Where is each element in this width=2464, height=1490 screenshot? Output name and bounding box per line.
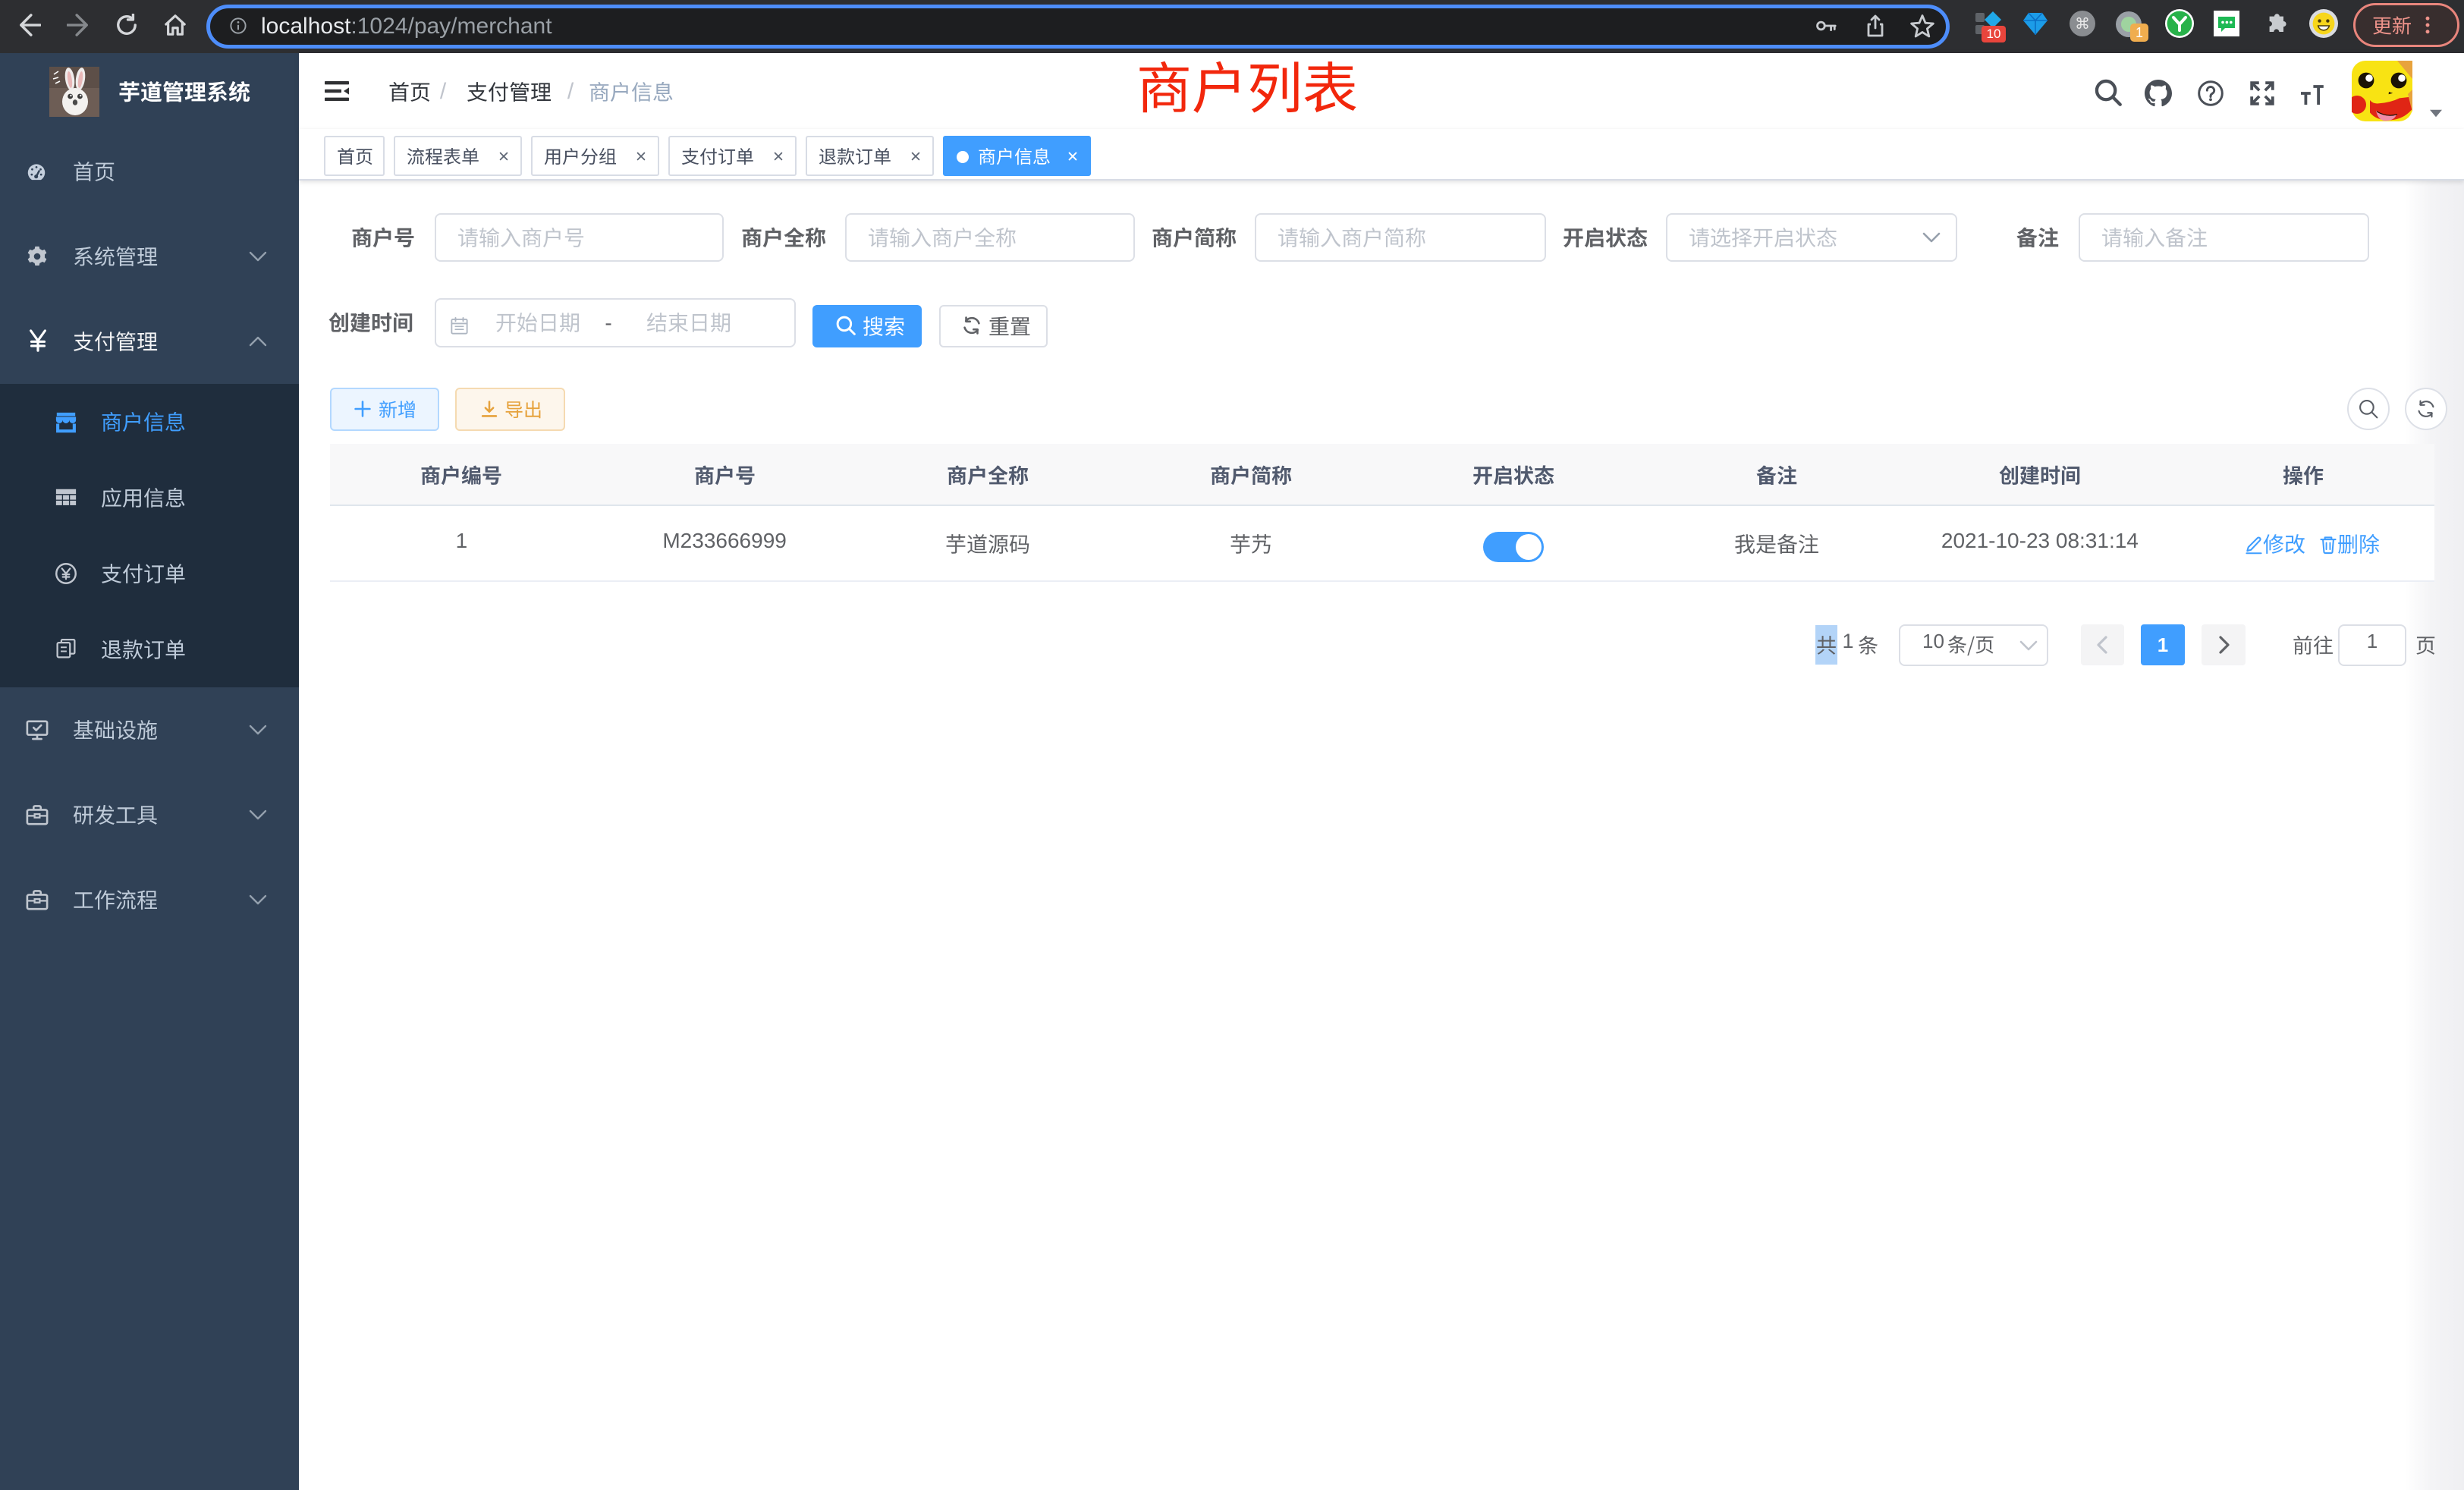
svg-text:⌘: ⌘	[2075, 16, 2090, 33]
